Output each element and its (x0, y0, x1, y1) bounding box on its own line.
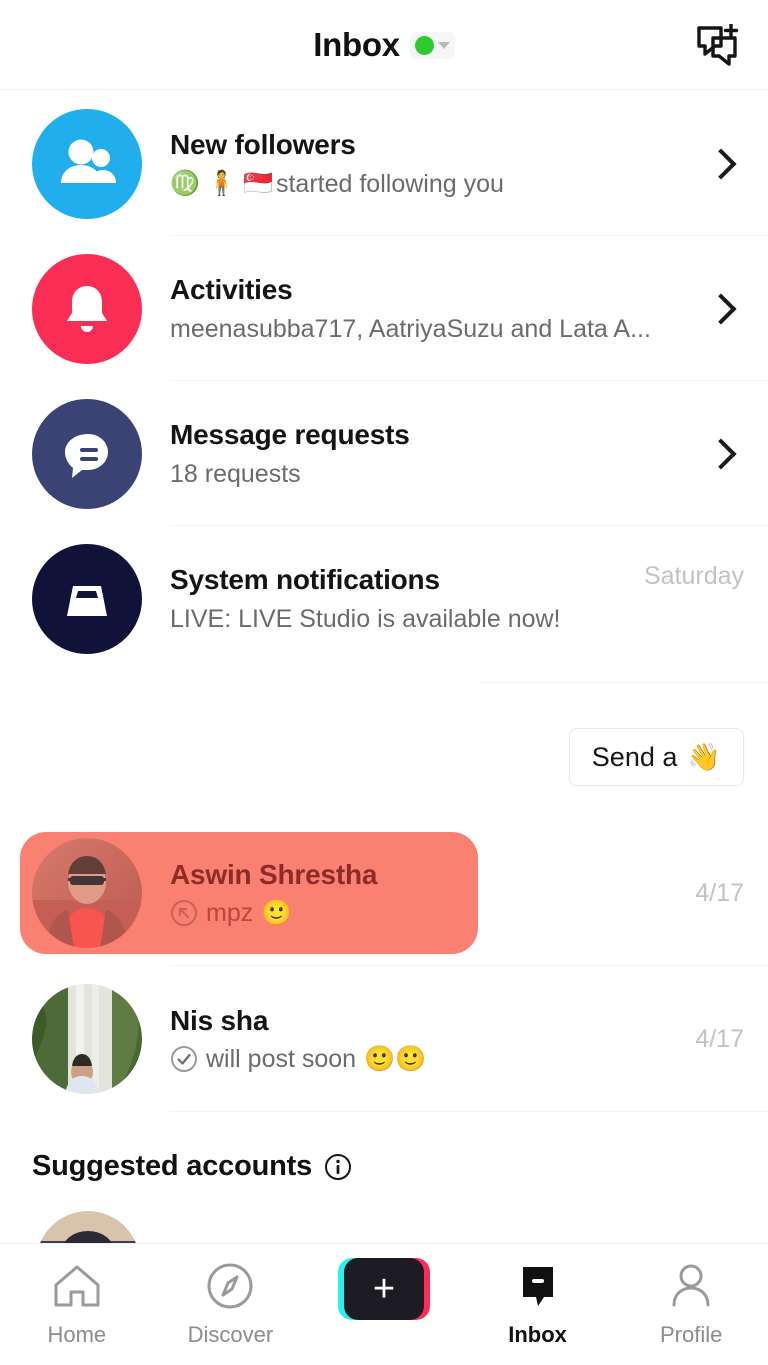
notification-subtitle: LIVE: LIVE Studio is available now! (170, 604, 561, 633)
notification-subtitle: 18 requests (170, 459, 301, 488)
chat-preview-row: will post soon 🙂🙂 (170, 1045, 695, 1074)
notification-right-new-followers (705, 147, 744, 180)
inbox-filled-icon (515, 1258, 561, 1314)
app-header: Inbox (0, 0, 768, 90)
bottom-navigation-bar: Home Discover + Inbox Profile (0, 1243, 768, 1365)
chevron-right-icon[interactable] (705, 147, 737, 180)
notification-right-message-requests (705, 437, 744, 470)
notification-timestamp: Saturday (643, 561, 744, 590)
notification-row-system-notifications[interactable]: System notifications Saturday LIVE: LIVE… (0, 526, 768, 671)
home-icon (52, 1258, 102, 1314)
notification-subtitle: meenasubba717, AatriyaSuzu and Lata A... (170, 314, 651, 343)
nav-item-profile[interactable]: Profile (616, 1258, 766, 1348)
notification-subtitle-row: ♍ 🧍 🇸🇬 started following you (170, 168, 710, 201)
send-wave-zone: Send a 👋 (0, 682, 768, 822)
notification-list: New followers ♍ 🧍 🇸🇬 started following y… (0, 91, 768, 671)
follower-emojis: ♍ 🧍 🇸🇬 (170, 170, 273, 198)
nav-item-inbox[interactable]: Inbox (463, 1258, 613, 1348)
inbox-tray-icon (67, 585, 107, 616)
avatar-image (32, 984, 142, 1094)
notification-row-new-followers[interactable]: New followers ♍ 🧍 🇸🇬 started following y… (0, 91, 768, 236)
chat-preview-text: will post soon (206, 1044, 357, 1073)
notification-text-message-requests: Message requests 18 requests (142, 417, 710, 491)
notification-title: New followers (170, 128, 356, 160)
new-message-icon (697, 24, 739, 66)
waving-hand-icon: 👋 (687, 742, 721, 772)
chevron-right-icon[interactable] (705, 292, 737, 325)
chat-name: Aswin Shrestha (170, 858, 378, 890)
nav-label-discover: Discover (187, 1322, 274, 1347)
notification-row-activities[interactable]: Activities meenasubba717, AatriyaSuzu an… (0, 236, 768, 381)
avatar-nis-sha[interactable] (32, 984, 142, 1094)
suggested-accounts-title: Suggested accounts (32, 1150, 313, 1182)
create-button[interactable]: + (337, 1258, 430, 1320)
nav-item-create[interactable]: + (309, 1258, 459, 1320)
chat-timestamp: 4/17 (695, 1024, 744, 1053)
people-icon (61, 139, 116, 183)
nav-item-discover[interactable]: Discover (155, 1258, 305, 1348)
tiktok-inbox-screen: Inbox New followers ♍ 🧍 🇸🇬 started follo… (0, 0, 768, 1365)
nav-label-profile: Profile (659, 1322, 723, 1347)
speech-bubble-icon (65, 433, 108, 478)
chat-text-aswin-shrestha: Aswin Shrestha mpz 🙂 (142, 859, 695, 928)
chat-preview-row: mpz 🙂 (170, 899, 695, 928)
notification-text-system-notifications: System notifications Saturday LIVE: LIVE… (142, 562, 744, 636)
chat-list: Aswin Shrestha mpz 🙂 4/17 Nis sha will p… (0, 820, 768, 1112)
avatar-aswin-shrestha[interactable] (32, 838, 142, 948)
nav-label-inbox: Inbox (508, 1322, 567, 1347)
people-icon-badge (32, 108, 142, 219)
notification-right-activities (705, 292, 744, 325)
check-circle-icon (171, 1046, 197, 1072)
nav-label-home: Home (47, 1322, 107, 1347)
header-title-group: Inbox (0, 0, 768, 90)
send-wave-label: Send a (591, 741, 678, 772)
chat-row-nis-sha[interactable]: Nis sha will post soon 🙂🙂 4/17 (0, 966, 768, 1112)
notification-row-message-requests[interactable]: Message requests 18 requests (0, 381, 768, 526)
notification-text-new-followers: New followers ♍ 🧍 🇸🇬 started following y… (142, 127, 710, 201)
system-title-row: System notifications Saturday (170, 562, 744, 597)
chat-row-aswin-shrestha[interactable]: Aswin Shrestha mpz 🙂 4/17 (0, 820, 768, 966)
chat-preview-emoji: 🙂🙂 (364, 1044, 427, 1073)
info-circle-icon[interactable] (324, 1153, 352, 1181)
chat-timestamp: 4/17 (695, 878, 744, 907)
bell-icon-badge (32, 253, 142, 364)
compass-icon (205, 1258, 255, 1314)
suggested-accounts-header: Suggested accounts (0, 1112, 768, 1183)
new-message-button[interactable] (690, 20, 746, 70)
notification-text-activities: Activities meenasubba717, AatriyaSuzu an… (142, 272, 710, 346)
chat-preview-emoji: 🙂 (261, 898, 293, 927)
chevron-down-icon (437, 41, 450, 49)
avatar-image (32, 838, 142, 948)
person-icon (668, 1258, 714, 1314)
notification-title: System notifications (170, 563, 440, 595)
chat-preview-text: mpz (206, 898, 254, 927)
speech-bubble-icon-badge (32, 398, 142, 509)
notification-subtitle: started following you (275, 169, 504, 198)
notification-title: Message requests (170, 418, 410, 450)
page-title: Inbox (313, 26, 400, 63)
nav-item-home[interactable]: Home (2, 1258, 152, 1348)
chat-text-nis-sha: Nis sha will post soon 🙂🙂 (142, 1005, 695, 1074)
inbox-tray-icon-badge (32, 543, 142, 654)
bell-icon (67, 285, 107, 332)
chevron-right-icon[interactable] (705, 437, 737, 470)
notification-title: Activities (170, 273, 293, 305)
green-status-dot-icon (414, 35, 434, 55)
send-wave-button[interactable]: Send a 👋 (568, 728, 744, 786)
sent-arrow-icon (171, 900, 197, 926)
status-selector[interactable] (409, 31, 455, 59)
plus-icon: + (372, 1268, 396, 1310)
chat-name: Nis sha (170, 1004, 269, 1036)
